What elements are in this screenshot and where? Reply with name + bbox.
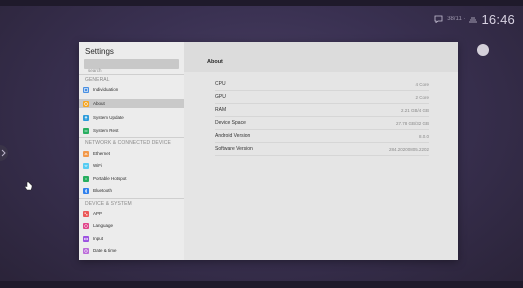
sidebar-item-label: System Rest [93,128,119,133]
date-time-icon [83,247,89,254]
screen-top-border [0,0,523,6]
clock: 16:46 [481,11,515,27]
sidebar-item-label: Input [93,236,104,241]
notification-icon [434,10,443,28]
system-update-icon [83,114,89,121]
sidebar-item-label: Bluetooth [93,188,113,193]
divider [79,198,184,199]
info-key: Software Version [215,146,253,152]
settings-window: Settings GENERAL Individuation About Sys… [79,42,458,260]
sidebar-item-about[interactable]: About [79,99,184,108]
info-key: Android Version [215,133,251,139]
status-mini-text: 38/11 · [447,16,466,22]
wifi-icon [83,162,89,169]
sidebar-item-date-time[interactable]: Date & time [79,246,184,255]
info-key: CPU [215,81,226,87]
sidebar-item-individuation[interactable]: Individuation [79,85,184,94]
sidebar-item-system-rest[interactable]: System Rest [79,126,184,135]
sidebar-item-ethernet[interactable]: Ethernet [79,149,184,158]
sidebar-item-label: About [93,101,105,106]
sidebar-item-input[interactable]: Input [79,234,184,243]
sidebar-item-label: APP [93,211,103,216]
info-key: GPU [215,94,226,100]
sidebar-item-wifi[interactable]: WiFi [79,161,184,170]
sidebar-item-label: Language [93,223,114,228]
divider [79,74,184,75]
hand-cursor-icon [24,178,33,196]
settings-title: Settings [85,47,114,56]
sidebar-item-label: Date & time [93,248,117,253]
info-value: 284.20200805.2202 [388,146,429,152]
about-header: About [184,42,458,72]
about-panel: About CPU 4 Core GPU 2 Core RAM 2.21 GB/… [184,42,458,260]
section-label-general: GENERAL [85,77,110,83]
system-rest-icon [83,127,89,134]
search-box[interactable] [84,59,182,76]
bluetooth-icon [83,187,89,194]
screen-bottom-border [0,281,523,288]
info-row-device-space: Device Space 27.78 GB/32 GB [215,117,429,130]
side-drawer-handle[interactable] [0,145,8,161]
info-value: 2 Core [415,94,429,100]
sidebar-item-label: Individuation [93,87,119,92]
info-row-gpu: GPU 2 Core [215,91,429,104]
network-icon [469,10,478,28]
info-row-cpu: CPU 4 Core [215,78,429,91]
info-value: 2.21 GB/4 GB [400,107,429,113]
sidebar-item-label: Portable Hotspot [93,176,127,181]
sidebar-item-label: System Update [93,115,124,120]
input-icon [83,235,89,242]
sidebar-item-label: Ethernet [93,151,111,156]
sidebar-item-label: WiFi [93,163,102,168]
settings-sidebar: Settings GENERAL Individuation About Sys… [79,42,184,260]
sidebar-item-app[interactable]: APP [79,209,184,218]
section-label-network: NETWORK & CONNECTED DEVICE [85,140,171,146]
status-bar: 38/11 · 16:46 [434,10,515,28]
hotspot-icon [83,175,89,182]
individuation-icon [83,86,89,93]
app-icon [83,210,89,217]
info-value: 8.0.0 [418,133,429,139]
info-key: RAM [215,107,227,113]
floating-menu-button[interactable] [477,44,489,56]
info-row-software-version: Software Version 284.20200805.2202 [215,143,429,156]
chevron-right-icon [1,149,6,157]
language-icon [83,222,89,229]
sidebar-item-portable-hotspot[interactable]: Portable Hotspot [79,174,184,183]
info-row-android-version: Android Version 8.0.0 [215,130,429,143]
info-value: 4 Core [415,81,429,87]
info-value: 27.78 GB/32 GB [395,120,429,126]
sidebar-item-system-update[interactable]: System Update [79,113,184,122]
ethernet-icon [83,150,89,157]
sidebar-item-language[interactable]: Language [79,221,184,230]
info-key: Device Space [215,120,246,126]
info-row-ram: RAM 2.21 GB/4 GB [215,104,429,117]
sidebar-item-bluetooth[interactable]: Bluetooth [79,186,184,195]
section-label-device: DEVICE & SYSTEM [85,201,132,207]
about-icon [83,100,89,107]
divider [79,137,184,138]
about-title: About [207,59,223,65]
